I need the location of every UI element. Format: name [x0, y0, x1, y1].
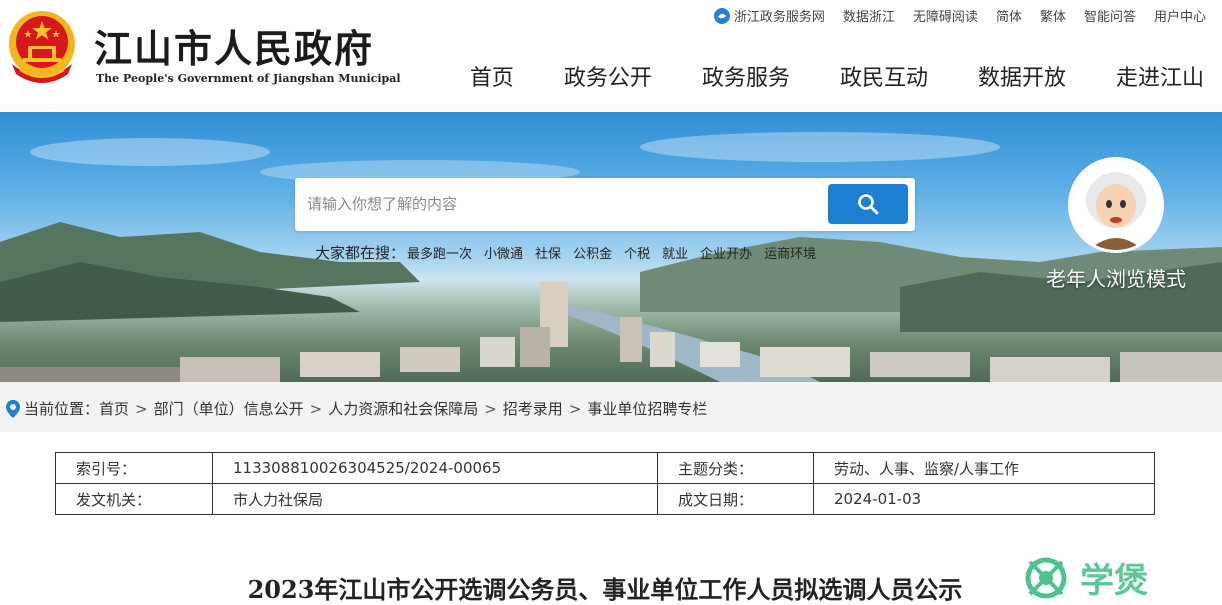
nav-interaction[interactable]: 政民互动 — [840, 60, 928, 92]
search-box — [295, 178, 915, 231]
breadcrumb-separator: > — [568, 399, 582, 418]
breadcrumb-hr-bureau[interactable]: 人力资源和社会保障局 — [328, 398, 478, 419]
top-link-zjzwfw[interactable]: 浙江政务服务网 — [713, 6, 825, 25]
site-header: 江山市人民政府 The People's Government of Jiang… — [0, 0, 1222, 112]
xuebao-watermark-logo: 学煲 — [1025, 557, 1148, 601]
breadcrumb-separator: > — [309, 399, 323, 418]
search-icon — [858, 194, 879, 215]
top-link-accessibility[interactable]: 无障碍阅读 — [913, 6, 978, 25]
hot-search-item[interactable]: 社保 — [535, 243, 561, 264]
breadcrumb-prefix: 当前位置： — [24, 400, 100, 418]
breadcrumb-public-institution[interactable]: 事业单位招聘专栏 — [587, 398, 707, 419]
site-title[interactable]: 江山市人民政府 — [94, 18, 374, 73]
nav-about-jiangshan[interactable]: 走进江山 — [1116, 60, 1204, 92]
issuer-label: 发文机关： — [55, 483, 213, 515]
national-emblem-icon[interactable] — [6, 8, 78, 86]
top-link-traditional[interactable]: 繁体 — [1040, 6, 1066, 25]
search-button[interactable] — [828, 184, 908, 224]
breadcrumb-separator: > — [484, 399, 497, 418]
breadcrumb-bar: 当前位置： 首页 > 部门（单位）信息公开 > 人力资源和社会保障局 > 招考录… — [0, 382, 1222, 432]
site-subtitle: The People's Government of Jiangshan Mun… — [96, 72, 401, 85]
search-input[interactable] — [307, 188, 807, 220]
hot-search-item[interactable]: 小微通 — [484, 243, 523, 264]
topic-label: 主题分类： — [657, 452, 814, 484]
table-row: 发文机关： 市人力社保局 成文日期： 2024-01-03 — [55, 483, 1155, 515]
nav-open-data[interactable]: 数据开放 — [978, 60, 1066, 92]
nav-home[interactable]: 首页 — [470, 60, 514, 92]
top-link-simplified[interactable]: 简体 — [996, 6, 1022, 25]
main-nav: 首页 政务公开 政务服务 政民互动 数据开放 走进江山 — [420, 60, 1204, 92]
hot-search-item[interactable]: 运商环境 — [764, 243, 816, 264]
location-pin-icon — [6, 399, 20, 418]
date-label: 成文日期： — [657, 483, 814, 515]
top-link-user-center[interactable]: 用户中心 — [1154, 6, 1206, 25]
breadcrumb-recruitment[interactable]: 招考录用 — [503, 398, 563, 419]
breadcrumb-separator: > — [135, 399, 148, 418]
breadcrumb-home[interactable]: 首页 — [99, 398, 129, 419]
topic-value: 劳动、人事、监察/人事工作 — [813, 452, 1155, 484]
nav-gov-services[interactable]: 政务服务 — [702, 60, 790, 92]
index-value: 113308810026304525/2024-00065 — [212, 452, 658, 484]
breadcrumb: 当前位置： 首页 > 部门（单位）信息公开 > 人力资源和社会保障局 > 招考录… — [6, 398, 707, 419]
elder-avatar-icon — [1068, 157, 1164, 253]
elder-mode-label: 老年人浏览模式 — [1046, 267, 1186, 291]
date-value: 2024-01-03 — [813, 483, 1155, 515]
top-links: 浙江政务服务网 数据浙江 无障碍阅读 简体 繁体 智能问答 用户中心 — [696, 6, 1206, 25]
hot-search-item[interactable]: 最多跑一次 — [407, 243, 472, 264]
document-info-table: 索引号： 113308810026304525/2024-00065 主题分类：… — [55, 452, 1155, 515]
top-link-data-zhejiang[interactable]: 数据浙江 — [843, 6, 895, 25]
top-link-label: 浙江政务服务网 — [733, 10, 825, 25]
hot-search-item[interactable]: 公积金 — [573, 243, 612, 264]
svg-text:学煲: 学煲 — [1080, 561, 1148, 601]
nav-gov-affairs-open[interactable]: 政务公开 — [564, 60, 652, 92]
top-link-smart-qa[interactable]: 智能问答 — [1084, 6, 1136, 25]
index-label: 索引号： — [55, 452, 213, 484]
issuer-value: 市人力社保局 — [212, 483, 658, 515]
hot-search-label: 大家都在搜： — [315, 244, 406, 262]
hot-searches: 大家都在搜： 最多跑一次 小微通 社保 公积金 个税 就业 企业开办 运商环境 — [315, 243, 828, 264]
table-row: 索引号： 113308810026304525/2024-00065 主题分类：… — [55, 452, 1155, 484]
breadcrumb-dept-info[interactable]: 部门（单位）信息公开 — [154, 398, 304, 419]
hot-search-item[interactable]: 就业 — [662, 243, 688, 264]
zhejiang-service-icon — [713, 7, 730, 24]
hot-search-item[interactable]: 企业开办 — [700, 243, 752, 264]
hot-search-item[interactable]: 个税 — [624, 243, 650, 264]
elder-mode-toggle[interactable]: 老年人浏览模式 — [1036, 157, 1196, 292]
